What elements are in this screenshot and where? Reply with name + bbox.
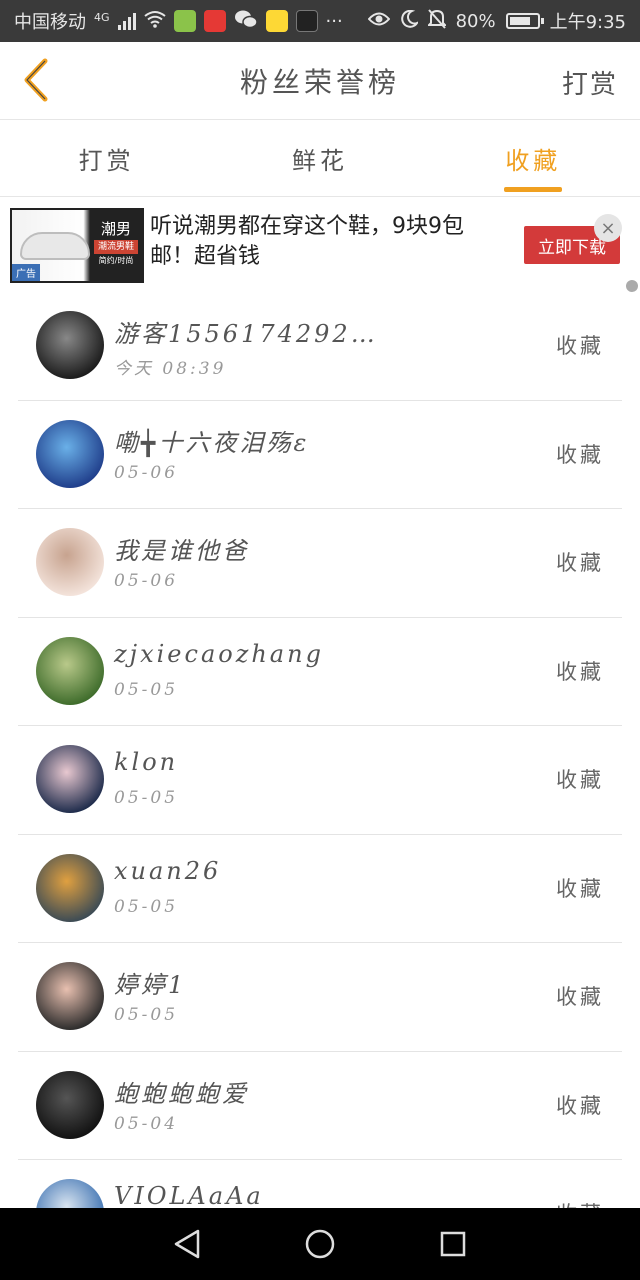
app-red-icon xyxy=(203,10,226,32)
list-item[interactable]: 我是谁他爸 05-06 收藏 xyxy=(18,509,622,618)
tab-favorites[interactable]: 收藏 xyxy=(427,121,640,196)
ad-tag: 广告 xyxy=(12,264,40,281)
ad-marker-icon xyxy=(626,280,638,292)
favorite-date: 05-06 xyxy=(114,462,179,483)
avatar[interactable] xyxy=(36,1179,104,1208)
favorite-date: 05-04 xyxy=(114,1113,179,1134)
user-name: zjxiecaozhang xyxy=(114,639,324,668)
favorite-date: 05-05 xyxy=(114,1005,179,1025)
ad-brand-name: 潮男 xyxy=(100,220,131,238)
more-indicator: ··· xyxy=(325,10,343,32)
moon-icon xyxy=(400,9,420,33)
list-item[interactable]: klon 05-05 收藏 xyxy=(18,726,622,835)
avatar[interactable] xyxy=(36,636,104,705)
action-label: 收藏 xyxy=(556,334,604,358)
back-triangle-icon xyxy=(174,1229,199,1259)
favorite-date: 今天 08:39 xyxy=(114,359,227,379)
action-label: 收藏 xyxy=(556,876,604,901)
system-nav-bar xyxy=(0,1208,640,1280)
nav-back-button[interactable] xyxy=(167,1224,207,1264)
ad-brand-logo: 潮男 潮流男鞋 简约/时尚 xyxy=(94,222,138,272)
user-name: 婷婷1 xyxy=(114,971,187,999)
nav-recents-button[interactable] xyxy=(433,1224,473,1264)
recents-square-icon xyxy=(441,1231,466,1257)
app-yellow-icon xyxy=(265,10,288,32)
avatar[interactable] xyxy=(36,853,104,922)
avatar[interactable] xyxy=(36,528,104,596)
action-label: 收藏 xyxy=(556,442,604,467)
mute-icon xyxy=(426,8,447,34)
action-label: 收藏 xyxy=(556,1093,604,1118)
ad-brand-sub: 潮流男鞋 xyxy=(94,240,138,254)
app-dark-icon xyxy=(295,10,318,32)
page-title: 粉丝荣誉榜 xyxy=(239,65,400,99)
back-button[interactable] xyxy=(16,56,56,104)
tab-reward[interactable]: 打赏 xyxy=(0,121,213,196)
list-item[interactable]: 婷婷1 05-05 收藏 xyxy=(18,943,622,1052)
user-name: VIOLAaAa xyxy=(114,1182,264,1208)
avatar[interactable] xyxy=(36,1070,104,1139)
action-label: 收藏 xyxy=(556,1198,604,1208)
battery-icon xyxy=(505,13,544,29)
user-name: 嘞╈十六夜泪殇ε xyxy=(114,428,310,457)
list-item[interactable]: 嘞╈十六夜泪殇ε 05-06 收藏 xyxy=(18,401,622,509)
shoe-image xyxy=(20,232,90,260)
ad-banner[interactable]: 潮男 潮流男鞋 简约/时尚 广告 听说潮男都在穿这个鞋，9块9包邮！超省钱 立即… xyxy=(0,200,640,292)
avatar[interactable] xyxy=(36,419,104,488)
home-circle-icon xyxy=(305,1229,335,1259)
user-name: 我是谁他爸 xyxy=(114,537,249,565)
clock: 上午9:35 xyxy=(549,12,626,33)
reward-button[interactable]: 打赏 xyxy=(562,64,618,101)
avatar[interactable] xyxy=(36,311,104,379)
signal-icon xyxy=(117,12,136,30)
ad-image[interactable]: 潮男 潮流男鞋 简约/时尚 广告 xyxy=(10,208,144,283)
favorite-date: 05-05 xyxy=(114,679,179,700)
list-item[interactable]: VIOLAaAa 收藏 xyxy=(18,1160,622,1208)
wifi-icon xyxy=(143,10,166,33)
favorite-date: 05-06 xyxy=(114,571,179,591)
ad-close-button[interactable]: × xyxy=(594,214,622,242)
top-app-bar: 粉丝荣誉榜 打赏 xyxy=(0,42,640,120)
user-name: klon xyxy=(114,748,179,776)
network-label: 4G xyxy=(94,10,110,24)
action-label: 收藏 xyxy=(556,768,604,792)
list-item[interactable]: zjxiecaozhang 05-05 收藏 xyxy=(18,618,622,726)
favorite-date: 05-05 xyxy=(114,896,179,917)
ad-brand-slogan: 简约/时尚 xyxy=(98,256,134,265)
favorite-date: 05-05 xyxy=(114,788,179,808)
battery-percent: 80% xyxy=(455,10,496,32)
tab-bar: 打赏 鲜花 收藏 xyxy=(0,121,640,197)
action-label: 收藏 xyxy=(556,551,604,575)
list-item[interactable]: 蚫蚫蚫蚫爱 05-04 收藏 xyxy=(18,1052,622,1160)
list-item[interactable]: xuan26 05-05 收藏 xyxy=(18,835,622,943)
user-name: 游客1556174292… xyxy=(114,320,378,348)
user-name: 蚫蚫蚫蚫爱 xyxy=(114,1079,249,1108)
status-bar: 中国移动 4G ··· 80% 上午9:35 xyxy=(0,0,640,42)
eye-icon xyxy=(367,11,390,32)
tab-flowers[interactable]: 鲜花 xyxy=(213,121,426,196)
app-green-icon xyxy=(173,10,196,32)
chevron-left-icon xyxy=(24,58,48,102)
avatar[interactable] xyxy=(36,745,104,813)
action-label: 收藏 xyxy=(556,985,604,1009)
carrier-label: 中国移动 xyxy=(14,12,86,33)
action-label: 收藏 xyxy=(556,659,604,684)
ad-text[interactable]: 听说潮男都在穿这个鞋，9块9包邮！超省钱 xyxy=(150,212,500,272)
user-name: xuan26 xyxy=(114,856,222,885)
nav-home-button[interactable] xyxy=(300,1224,340,1264)
wechat-icon xyxy=(234,9,258,34)
avatar[interactable] xyxy=(36,962,104,1030)
list-item[interactable]: 游客1556174292… 今天 08:39 收藏 xyxy=(18,292,622,401)
fan-list: 游客1556174292… 今天 08:39 收藏 嘞╈十六夜泪殇ε 05-06 收藏 我是… xyxy=(0,292,640,1208)
